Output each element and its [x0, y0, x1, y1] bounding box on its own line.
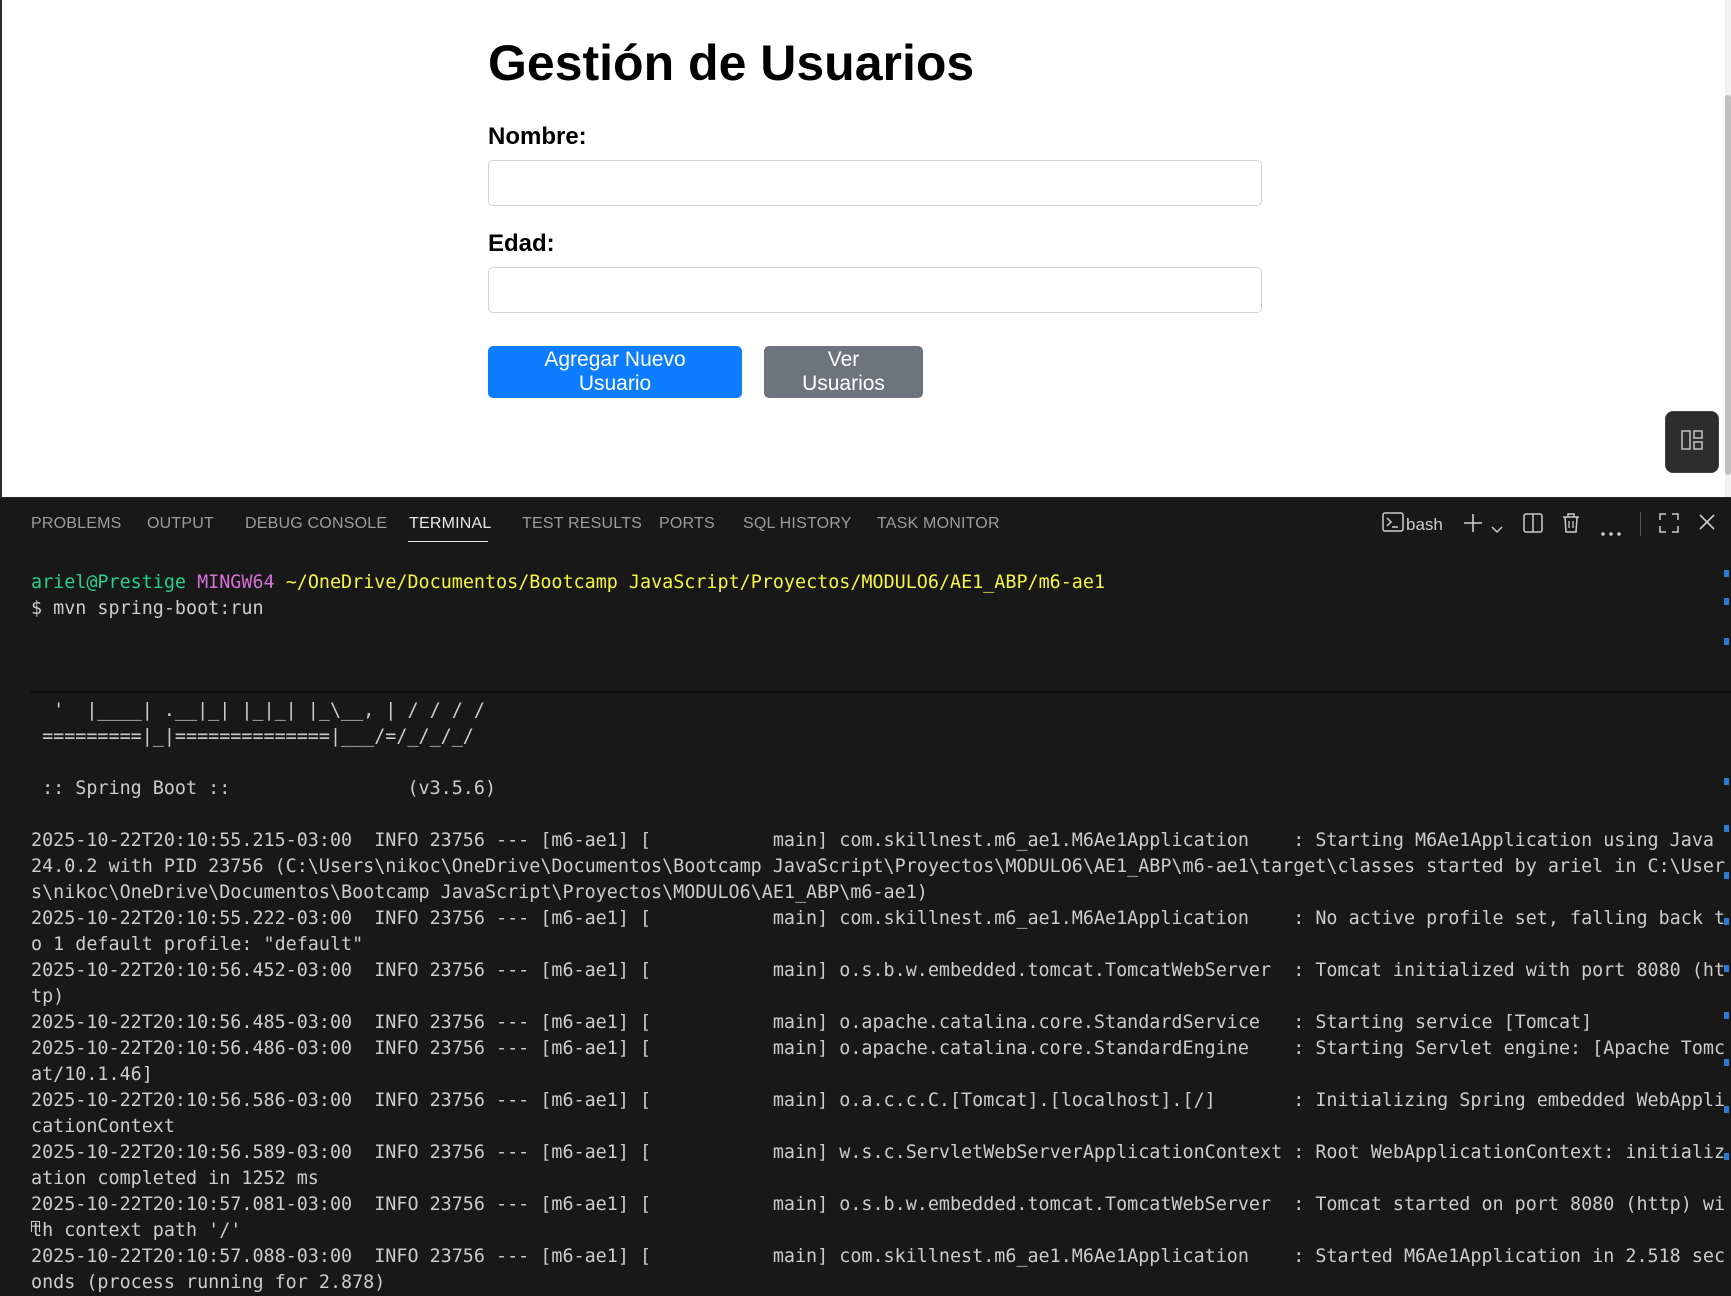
- terminal-line: s\nikoc\OneDrive\Documentos\Bootcamp Jav…: [31, 882, 928, 903]
- terminal-line: 2025-10-22T20:10:56.486-03:00 INFO 23756…: [31, 1038, 1726, 1059]
- terminal-line: ation completed in 1252 ms: [31, 1168, 319, 1189]
- terminal-scrollbar[interactable]: [1717, 570, 1731, 1232]
- terminal-prompt: ariel@Prestige MINGW64 ~/OneDrive/Docume…: [31, 570, 1105, 622]
- terminal-line: 2025-10-22T20:10:55.222-03:00 INFO 23756…: [31, 908, 1726, 929]
- tab-task-monitor[interactable]: TASK MONITOR: [877, 515, 1000, 533]
- more-icon[interactable]: [1600, 520, 1622, 543]
- terminal-line: 2025-10-22T20:10:57.088-03:00 INFO 23756…: [31, 1246, 1726, 1267]
- maximize-icon[interactable]: [1658, 512, 1680, 540]
- page-scrollbar[interactable]: [1725, 0, 1731, 497]
- terminal-command: $ mvn spring-boot:run: [31, 598, 264, 619]
- sticky-scroll-shadow: [31, 691, 1731, 693]
- terminal-line: 2025-10-22T20:10:56.485-03:00 INFO 23756…: [31, 1012, 1593, 1033]
- tab-debug-console[interactable]: DEBUG CONSOLE: [245, 515, 387, 533]
- terminal-line: 2025-10-22T20:10:56.586-03:00 INFO 23756…: [31, 1090, 1726, 1111]
- tab-output[interactable]: OUTPUT: [147, 515, 214, 533]
- terminal-line: th context path '/': [31, 1220, 242, 1241]
- tab-problems[interactable]: PROBLEMS: [31, 515, 122, 533]
- layout-icon: [1681, 429, 1703, 455]
- terminal-line: at/10.1.46]: [31, 1064, 153, 1085]
- terminal-line: 2025-10-22T20:10:56.452-03:00 INFO 23756…: [31, 960, 1726, 981]
- name-label: Nombre:: [488, 123, 587, 150]
- terminal-line: 24.0.2 with PID 23756 (C:\Users\nikoc\On…: [31, 856, 1726, 877]
- age-input[interactable]: [488, 267, 1262, 313]
- chevron-down-icon[interactable]: [1490, 518, 1504, 541]
- layout-toggle-button[interactable]: [1665, 411, 1719, 473]
- toolbar-divider: [1640, 512, 1641, 536]
- shell-name[interactable]: bash: [1406, 515, 1443, 535]
- terminal-log: ' |____| .__|_| |_|_| |_\__, | / / / / =…: [31, 698, 1725, 1296]
- terminal-line: 2025-10-22T20:10:55.215-03:00 INFO 23756…: [31, 830, 1714, 851]
- page-scrollbar-thumb[interactable]: [1725, 95, 1731, 475]
- terminal-line: o 1 default profile: "default": [31, 934, 364, 955]
- tab-terminal[interactable]: TERMINAL: [409, 515, 492, 533]
- prompt-user-host: ariel@Prestige: [31, 572, 187, 593]
- terminal-line: cationContext: [31, 1116, 175, 1137]
- web-page: Gestión de Usuarios Nombre: Edad: Agrega…: [0, 0, 1731, 497]
- terminal-line: tp): [31, 986, 65, 1007]
- terminal-line: 2025-10-22T20:10:56.589-03:00 INFO 23756…: [31, 1142, 1726, 1163]
- add-user-button[interactable]: Agregar Nuevo Usuario: [488, 346, 742, 398]
- prompt-cwd: ~/OneDrive/Documentos/Bootcamp JavaScrip…: [285, 572, 1106, 593]
- page-title: Gestión de Usuarios: [488, 35, 975, 91]
- name-input[interactable]: [488, 160, 1262, 206]
- terminal-line: onds (process running for 2.878): [31, 1272, 386, 1293]
- terminal-output[interactable]: ariel@Prestige MINGW64 ~/OneDrive/Docume…: [31, 570, 1731, 1293]
- panel-tab-bar: PROBLEMS OUTPUT DEBUG CONSOLE TERMINAL T…: [0, 498, 1731, 550]
- view-users-button[interactable]: Ver Usuarios: [764, 346, 923, 398]
- tab-test-results[interactable]: TEST RESULTS: [522, 515, 642, 533]
- tab-ports[interactable]: PORTS: [659, 515, 715, 533]
- trash-icon[interactable]: [1561, 512, 1581, 540]
- active-tab-indicator: [408, 541, 488, 542]
- terminal-line: :: Spring Boot :: (v3.5.6): [31, 778, 497, 799]
- terminal-cursor: [31, 1221, 40, 1232]
- terminal-line: 2025-10-22T20:10:57.081-03:00 INFO 23756…: [31, 1194, 1726, 1215]
- terminal-line: ' |____| .__|_| |_|_| |_\__, | / / / /: [31, 700, 485, 721]
- age-label: Edad:: [488, 230, 555, 257]
- close-icon[interactable]: [1697, 512, 1717, 538]
- page-border: [0, 0, 2, 497]
- split-terminal-icon[interactable]: [1522, 512, 1544, 540]
- bottom-panel: PROBLEMS OUTPUT DEBUG CONSOLE TERMINAL T…: [0, 497, 1731, 1293]
- plus-icon[interactable]: [1462, 512, 1484, 540]
- terminal-icon[interactable]: [1382, 512, 1404, 538]
- prompt-env: MINGW64: [197, 572, 275, 593]
- tab-sql-history[interactable]: SQL HISTORY: [743, 515, 852, 533]
- terminal-line: =========|_|==============|___/=/_/_/_/: [31, 726, 474, 747]
